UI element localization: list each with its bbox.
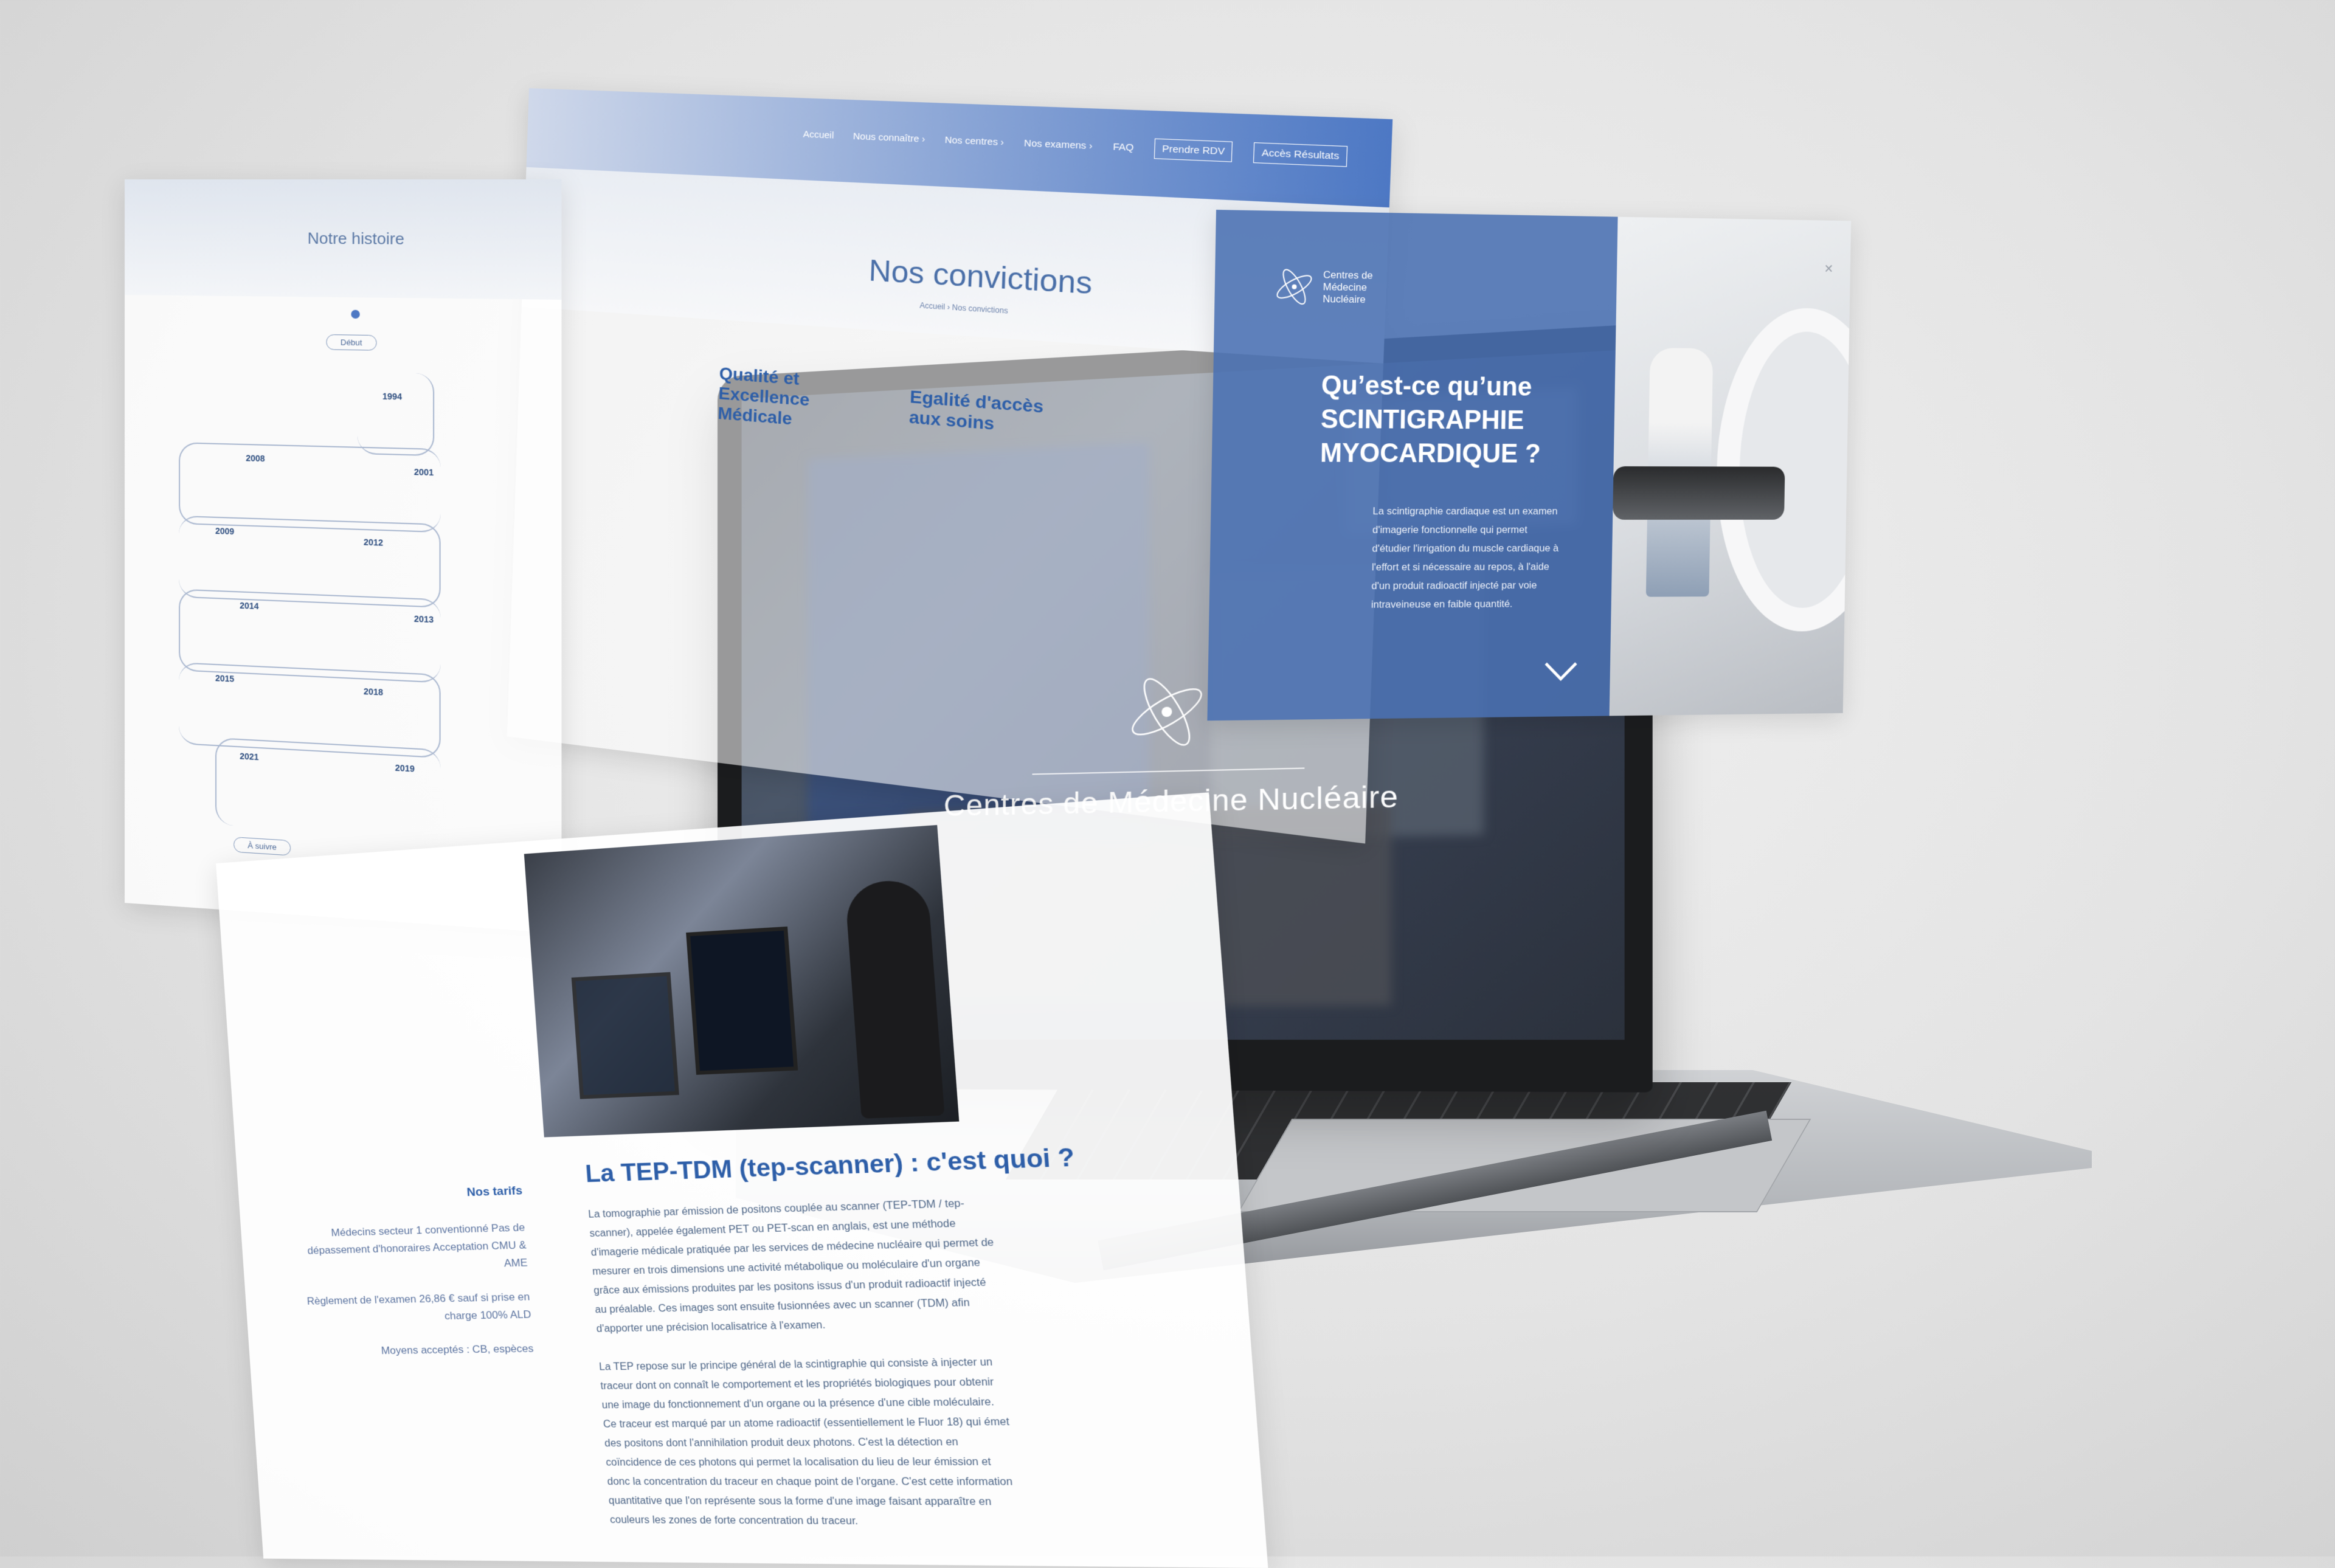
nav-exams[interactable]: Nos examens › [1024, 138, 1093, 152]
pricing-title: Nos tarifs [466, 1184, 523, 1200]
chevron-down-icon[interactable] [1543, 660, 1579, 684]
pricing-fee: Règlement de l'examen 26,86 € sauf si pr… [306, 1290, 532, 1322]
timeline-year: 2001 [413, 466, 434, 478]
scintigraphy-description: La scintigraphie cardiaque est un examen… [1371, 505, 1559, 610]
tep-heading: La TEP-TDM (tep-scanner) : c'est quoi ? [584, 1144, 1076, 1188]
timeline-year: 2013 [413, 613, 434, 625]
results-access-button[interactable]: Accès Résultats [1253, 142, 1348, 167]
timeline-year: 2009 [215, 525, 235, 537]
timeline-year: 1994 [382, 391, 403, 402]
patient-figure [1613, 466, 1785, 520]
history-hero: Notre histoire [125, 179, 562, 300]
breadcrumb[interactable]: Accueil › Nos convictions [919, 301, 1008, 316]
timeline-year: 2018 [363, 686, 384, 697]
timeline-year: 2021 [240, 751, 259, 762]
page-title: Nos convictions [868, 254, 1093, 302]
pricing-payment-methods: Moyens acceptés : CB, espèces [381, 1342, 534, 1357]
close-icon[interactable]: ✕ [1824, 261, 1833, 276]
mri-photo: ✕ [1609, 216, 1852, 716]
conviction-quality-heading: Qualité et Excellence Médicale [718, 363, 810, 429]
history-timeline: Début 1994 2008 2001 2009 2012 2014 2013… [125, 295, 561, 933]
timeline-year: 2015 [215, 673, 235, 684]
scintigraphy-heading: Qu’est-ce qu’une SCINTIGRAPHIE MYOCARDIQ… [1320, 370, 1541, 469]
tep-paragraph: La tomographie par émission de positons … [587, 1198, 994, 1335]
timeline-start-label: Début [326, 334, 377, 351]
conviction-equality-heading: Egalité d'accès aux soins [908, 387, 1044, 434]
tep-page-panel: Nos tarifs Médecins secteur 1 convention… [216, 792, 1268, 1568]
scintigraphy-info-pane: Centres de Médecine Nucléaire Qu’est-ce … [1207, 210, 1618, 721]
timeline-year: 2008 [246, 453, 265, 464]
scintigraphy-modal: Centres de Médecine Nucléaire Qu’est-ce … [1207, 210, 1852, 721]
timeline-year: 2014 [240, 600, 259, 612]
pricing-sidebar: Nos tarifs Médecins secteur 1 convention… [286, 1183, 535, 1377]
nav-centers[interactable]: Nos centres › [944, 134, 1004, 148]
nav-about[interactable]: Nous connaître › [853, 131, 925, 145]
timeline-end-label: À suivre [234, 837, 291, 856]
tep-body: La tomographie par émission de positons … [587, 1193, 1019, 1553]
tep-paragraph: La TEP repose sur le principe général de… [598, 1356, 1013, 1527]
scintigraphy-logo-text: Centres de Médecine Nucléaire [1323, 269, 1373, 306]
tep-operator-photo [524, 824, 960, 1138]
timeline-start-dot [351, 309, 360, 319]
history-page-panel: Notre histoire Début 1994 2008 2001 2009… [125, 179, 562, 934]
nav-home[interactable]: Accueil [803, 129, 834, 141]
pricing-conventions: Médecins secteur 1 conventionné Pas de d… [307, 1221, 528, 1269]
history-title: Notre histoire [307, 229, 404, 248]
nav-faq[interactable]: FAQ [1113, 142, 1134, 154]
timeline-year: 2012 [363, 537, 384, 548]
timeline-year: 2019 [395, 762, 415, 774]
book-appointment-button[interactable]: Prendre RDV [1154, 138, 1233, 162]
atom-icon [1271, 264, 1316, 309]
